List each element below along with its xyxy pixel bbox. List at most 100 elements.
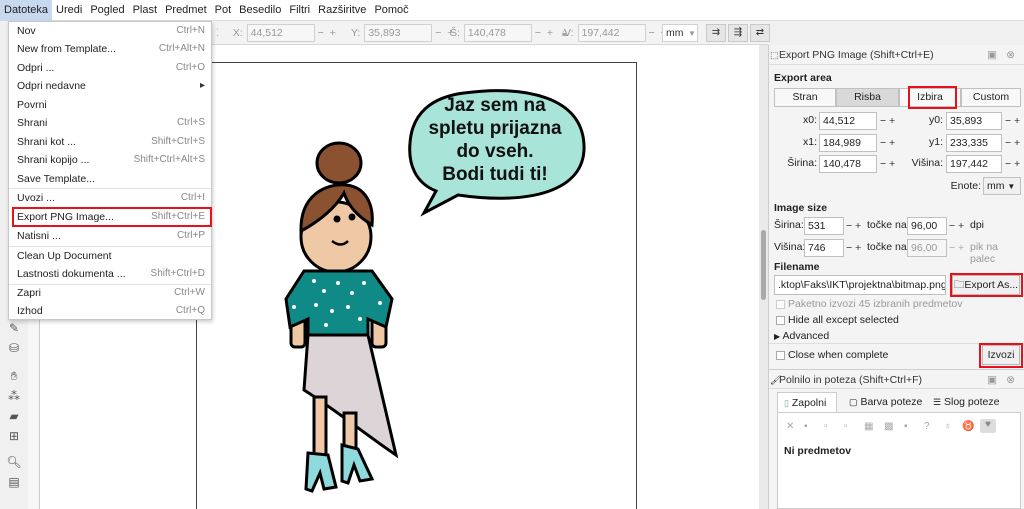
dpi-input[interactable]: 96,00 — [907, 217, 947, 235]
px-height-input[interactable]: 746 — [804, 239, 844, 257]
filename-input[interactable]: .ktop\Faks\IKT\projektna\bitmap.png — [774, 275, 946, 295]
x0-stepper[interactable]: − + — [880, 112, 895, 130]
menu-razsiritve[interactable]: Razširitve — [314, 0, 370, 21]
w-minus-button[interactable]: − — [532, 27, 544, 39]
px-width-stepper[interactable]: − + — [846, 217, 861, 235]
menu-pot[interactable]: Pot — [211, 0, 236, 21]
menu-besedilo[interactable]: Besedilo — [235, 0, 285, 21]
menu-item-new-from-template[interactable]: New from Template... Ctrl+Alt+N — [9, 40, 211, 58]
menu-pomoc[interactable]: Pomoč — [370, 0, 412, 21]
dpi2-stepper[interactable]: − + — [949, 239, 964, 257]
menu-item-save[interactable]: Shrani Ctrl+S — [9, 114, 211, 132]
spray-icon[interactable]: ⁂ — [5, 388, 23, 404]
transform-stroke-icon[interactable]: ⇉ — [706, 24, 726, 42]
menu-item-label: Lastnosti dokumenta ... — [17, 268, 126, 280]
menu-item-new[interactable]: Nov Ctrl+N — [9, 22, 211, 40]
menu-uredi[interactable]: Uredi — [52, 0, 86, 21]
swatch-icon[interactable]: ▪ — [904, 421, 908, 432]
menu-item-save-copy[interactable]: Shrani kopijo ... Shift+Ctrl+Alt+S — [9, 151, 211, 169]
area-custom-button[interactable]: Custom — [961, 88, 1021, 107]
menu-pogled[interactable]: Pogled — [86, 0, 128, 21]
menu-item-document-properties[interactable]: Lastnosti dokumenta ... Shift+Ctrl+D — [9, 265, 211, 283]
tab-fill[interactable]: ▯ Zapolni — [777, 392, 837, 412]
pattern-icon[interactable]: ▩ — [884, 421, 893, 432]
no-paint-icon[interactable]: ✕ — [786, 421, 794, 432]
heart-icon[interactable]: ♥ — [980, 419, 996, 433]
unit-select[interactable]: mm ▼ — [662, 24, 698, 42]
y-input[interactable]: 35,893 — [364, 24, 433, 42]
h-minus-button[interactable]: − — [646, 27, 658, 39]
dropper-icon[interactable]: ✎ — [5, 320, 23, 336]
panel-close-icon[interactable]: ⊗ — [1006, 370, 1015, 390]
fill-rule-evenodd-icon[interactable]: ♁ — [944, 421, 952, 432]
units-select[interactable]: mm ▼ — [983, 177, 1021, 195]
mesh-gradient-icon[interactable]: ▦ — [864, 421, 873, 432]
dpi2-input[interactable]: 96,00 — [907, 239, 947, 257]
x-input[interactable]: 44,512 — [246, 24, 315, 42]
menu-item-open[interactable]: Odpri ... Ctrl+O — [9, 59, 211, 77]
menu-filtri[interactable]: Filtri — [285, 0, 314, 21]
dpi-stepper[interactable]: − + — [949, 217, 964, 235]
connector-icon[interactable]: ⊞ — [5, 428, 23, 444]
y-minus-button[interactable]: − — [432, 27, 444, 39]
menu-item-close[interactable]: Zapri Ctrl+W — [9, 284, 211, 302]
scrollbar-thumb[interactable] — [761, 230, 766, 300]
height-input[interactable]: 197,442 — [946, 155, 1002, 173]
linear-gradient-icon[interactable]: ▫ — [824, 421, 828, 432]
panel-close-icon[interactable]: ⊗ — [1006, 45, 1015, 65]
area-page-button[interactable]: Stran — [774, 88, 836, 107]
canvas-area-left[interactable] — [40, 318, 196, 509]
eraser-icon[interactable]: ▰ — [5, 408, 23, 424]
panel-float-icon[interactable]: ▣ — [987, 370, 997, 390]
y0-input[interactable]: 35,893 — [946, 112, 1002, 130]
y0-stepper[interactable]: − + — [1005, 112, 1020, 130]
x-minus-button[interactable]: − — [315, 27, 327, 39]
tab-stroke-paint[interactable]: ▢ Barva poteze — [845, 392, 925, 412]
batch-export-checkbox[interactable] — [776, 300, 785, 309]
menu-plast[interactable]: Plast — [129, 0, 161, 21]
area-drawing-button[interactable]: Risba — [836, 88, 899, 107]
tab-stroke-style[interactable]: ☰ Slog poteze — [929, 392, 1009, 412]
x-plus-button[interactable]: + — [327, 27, 339, 39]
menu-item-save-template[interactable]: Save Template... — [9, 170, 211, 188]
menu-item-print[interactable]: Natisni ... Ctrl+P — [9, 227, 211, 245]
flat-color-icon[interactable]: ▪ — [804, 421, 808, 432]
menu-item-import[interactable]: Uvozi ... Ctrl+I — [9, 189, 211, 207]
hide-all-checkbox[interactable] — [776, 316, 785, 325]
y1-input[interactable]: 233,335 — [946, 134, 1002, 152]
transform-gradient-icon[interactable]: ⇄ — [750, 24, 770, 42]
fill-rule-nonzero-icon[interactable]: ♉ — [962, 421, 974, 432]
px-height-stepper[interactable]: − + — [846, 239, 861, 257]
height-stepper[interactable]: − + — [1005, 155, 1020, 173]
width-input[interactable]: 140,478 — [819, 155, 877, 173]
menu-item-clean-up[interactable]: Clean Up Document — [9, 247, 211, 265]
x1-stepper[interactable]: − + — [880, 134, 895, 152]
x0-input[interactable]: 44,512 — [819, 112, 877, 130]
vertical-scrollbar[interactable] — [759, 45, 768, 509]
tweak-icon[interactable]: ✋︎ — [5, 368, 23, 384]
menu-item-revert[interactable]: Povrni — [9, 96, 211, 114]
transform-corners-icon[interactable]: ⇶ — [728, 24, 748, 42]
unset-icon[interactable]: ? — [924, 421, 930, 432]
menu-predmet[interactable]: Predmet — [161, 0, 211, 21]
x1-input[interactable]: 184,989 — [819, 134, 877, 152]
dots-at-label-2: točke na — [867, 241, 907, 253]
w-input[interactable]: 140,478 — [463, 24, 532, 42]
eye-right — [348, 213, 356, 221]
menu-item-open-recent[interactable]: Odpri nedavne ▸ — [9, 77, 211, 95]
measure-icon[interactable]: ▤ — [5, 474, 23, 490]
width-stepper[interactable]: − + — [880, 155, 895, 173]
panel-float-icon[interactable]: ▣ — [987, 45, 997, 65]
advanced-expander[interactable]: ▶ Advanced — [774, 330, 829, 342]
y1-stepper[interactable]: − + — [1005, 134, 1020, 152]
radial-gradient-icon[interactable]: ▫ — [844, 421, 848, 432]
w-plus-button[interactable]: + — [544, 27, 556, 39]
close-when-complete-checkbox[interactable] — [776, 351, 785, 360]
menu-item-quit[interactable]: Izhod Ctrl+Q — [9, 302, 211, 320]
h-input[interactable]: 197,442 — [577, 24, 646, 42]
paint-bucket-icon[interactable]: ⛁ — [5, 340, 23, 356]
menu-datoteka[interactable]: Datoteka — [0, 0, 53, 21]
menu-item-save-as[interactable]: Shrani kot ... Shift+Ctrl+S — [9, 133, 211, 151]
zoom-icon[interactable]: 🔍︎ — [5, 454, 23, 470]
px-width-input[interactable]: 531 — [804, 217, 844, 235]
